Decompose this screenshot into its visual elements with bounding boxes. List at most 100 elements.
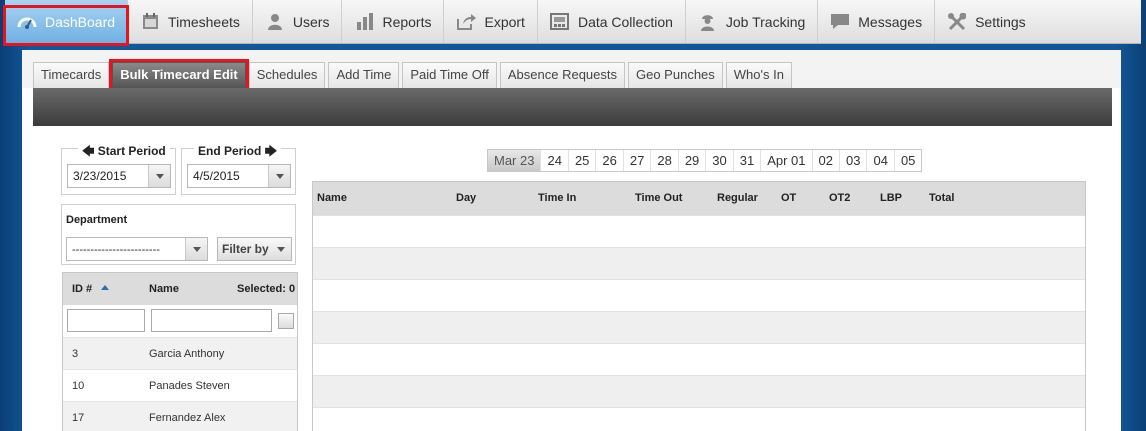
- date-25[interactable]: 25: [569, 150, 597, 171]
- column-total[interactable]: Total: [929, 192, 954, 204]
- nav-dashboard-label: DashBoard: [45, 13, 116, 30]
- employee-name: Garcia Anthony: [149, 347, 225, 360]
- department-select[interactable]: ------------------------: [66, 237, 208, 261]
- nav-messages[interactable]: Messages: [818, 0, 936, 43]
- nav-settings[interactable]: Settings: [935, 0, 1038, 43]
- column-id-header[interactable]: ID #: [72, 283, 149, 295]
- date-28[interactable]: 28: [651, 150, 679, 171]
- date-26[interactable]: 26: [596, 150, 624, 171]
- arrow-left-icon: 🡄: [82, 144, 95, 158]
- section-header-bar: [33, 88, 1112, 126]
- column-regular[interactable]: Regular: [717, 192, 758, 204]
- employee-list: ID # Name Selected: 0 3 Garcia Anthony 1…: [62, 272, 298, 431]
- date-mar-23[interactable]: Mar 23: [488, 150, 542, 171]
- tab-geo-punches[interactable]: Geo Punches: [628, 62, 723, 88]
- table-row: [313, 407, 1085, 431]
- timecard-grid: Name Day Time In Time Out Regular OT OT2…: [312, 181, 1086, 431]
- chevron-down-icon: [277, 247, 285, 252]
- column-time-in[interactable]: Time In: [538, 192, 576, 204]
- chevron-down-icon: [148, 165, 170, 187]
- employee-id: 17: [72, 411, 85, 424]
- table-row[interactable]: 17 Fernandez Alex: [63, 401, 297, 431]
- column-name[interactable]: Name: [317, 192, 347, 204]
- start-period-select[interactable]: 3/23/2015: [67, 164, 171, 188]
- start-period-group: 🡄 Start Period 3/23/2015: [61, 142, 176, 195]
- nav-export[interactable]: Export: [444, 0, 538, 43]
- nav-export-label: Export: [484, 13, 525, 30]
- tab-absence-requests[interactable]: Absence Requests: [499, 62, 625, 88]
- column-lbp[interactable]: LBP: [880, 192, 902, 204]
- date-03[interactable]: 03: [840, 150, 868, 171]
- department-label: Department: [66, 214, 128, 226]
- nav-reports-label: Reports: [382, 13, 432, 30]
- content-panel: Timecards Bulk Timecard Edit Schedules A…: [22, 50, 1121, 431]
- table-row[interactable]: 3 Garcia Anthony: [63, 337, 297, 369]
- terminal-icon: [550, 13, 570, 31]
- tab-bulk-timecard-edit[interactable]: Bulk Timecard Edit: [109, 59, 249, 92]
- end-period-group: End Period 🡆 4/5/2015: [181, 142, 296, 195]
- employee-name: Fernandez Alex: [149, 411, 226, 424]
- chevron-down-icon: [268, 165, 290, 187]
- date-31[interactable]: 31: [734, 150, 762, 171]
- column-ot2[interactable]: OT2: [829, 192, 850, 204]
- filter-by-button[interactable]: Filter by: [217, 237, 292, 261]
- tab-whos-in[interactable]: Who's In: [725, 62, 792, 88]
- date-02[interactable]: 02: [813, 150, 840, 171]
- chevron-down-icon: [185, 238, 207, 260]
- nav-reports[interactable]: Reports: [342, 0, 445, 43]
- nav-job-tracking[interactable]: Job Tracking: [686, 0, 819, 43]
- tab-schedules[interactable]: Schedules: [248, 62, 326, 88]
- nav-users[interactable]: Users: [253, 0, 343, 43]
- date-04[interactable]: 04: [867, 150, 895, 171]
- date-30[interactable]: 30: [706, 150, 734, 171]
- table-row: [313, 375, 1085, 407]
- date-apr-01[interactable]: Apr 01: [761, 150, 813, 171]
- department-group: Department ------------------------ Filt…: [61, 204, 296, 265]
- column-ot[interactable]: OT: [781, 192, 796, 204]
- id-filter-input[interactable]: [67, 309, 145, 332]
- subtab-bar: Timecards Bulk Timecard Edit Schedules A…: [33, 59, 792, 92]
- nav-job-tracking-label: Job Tracking: [725, 13, 806, 30]
- selected-count: Selected: 0: [237, 283, 296, 295]
- main-nav-bar: DashBoard Timesheets Users Reports Expor…: [2, 0, 1141, 46]
- name-filter-input[interactable]: [151, 309, 272, 332]
- dashboard-gauge-icon: [17, 13, 37, 31]
- worker-icon: [698, 13, 718, 31]
- calendar-icon: [140, 13, 160, 31]
- nav-messages-label: Messages: [858, 13, 923, 30]
- date-27[interactable]: 27: [624, 150, 652, 171]
- nav-timesheets[interactable]: Timesheets: [128, 0, 253, 43]
- tab-paid-time-off[interactable]: Paid Time Off: [402, 62, 497, 88]
- timecard-grid-header: Name Day Time In Time Out Regular OT OT2…: [313, 182, 1085, 215]
- nav-dashboard[interactable]: DashBoard: [2, 0, 130, 46]
- employee-id: 3: [72, 347, 79, 360]
- employee-filter-row: [63, 305, 297, 337]
- employee-name: Panades Steven: [149, 379, 230, 392]
- sort-ascending-icon: [101, 285, 110, 290]
- date-29[interactable]: 29: [679, 150, 707, 171]
- date-24[interactable]: 24: [541, 150, 569, 171]
- table-row[interactable]: 10 Panades Steven: [63, 369, 297, 401]
- tab-timecards[interactable]: Timecards: [33, 62, 110, 88]
- nav-data-collection-label: Data Collection: [577, 13, 673, 30]
- column-time-out[interactable]: Time Out: [635, 192, 682, 204]
- end-period-select[interactable]: 4/5/2015: [187, 164, 291, 188]
- nav-timesheets-label: Timesheets: [168, 13, 240, 30]
- tab-add-time[interactable]: Add Time: [328, 62, 400, 88]
- date-05[interactable]: 05: [895, 150, 921, 171]
- start-period-legend: 🡄 Start Period: [78, 142, 170, 163]
- table-row: [313, 311, 1085, 343]
- table-row: [313, 343, 1085, 375]
- tools-icon: [947, 12, 967, 31]
- export-arrow-icon: [456, 13, 476, 31]
- column-day[interactable]: Day: [456, 192, 476, 204]
- column-name-header[interactable]: Name: [149, 283, 237, 295]
- employee-id: 10: [72, 379, 85, 392]
- bar-chart-icon: [354, 13, 374, 31]
- nav-settings-label: Settings: [975, 13, 1026, 30]
- nav-users-label: Users: [292, 13, 330, 30]
- table-row: [313, 247, 1085, 279]
- nav-data-collection[interactable]: Data Collection: [538, 0, 686, 43]
- select-all-checkbox[interactable]: [278, 313, 294, 329]
- date-pager: Mar 23 24 25 26 27 28 29 30 31 Apr 01 02…: [487, 149, 923, 172]
